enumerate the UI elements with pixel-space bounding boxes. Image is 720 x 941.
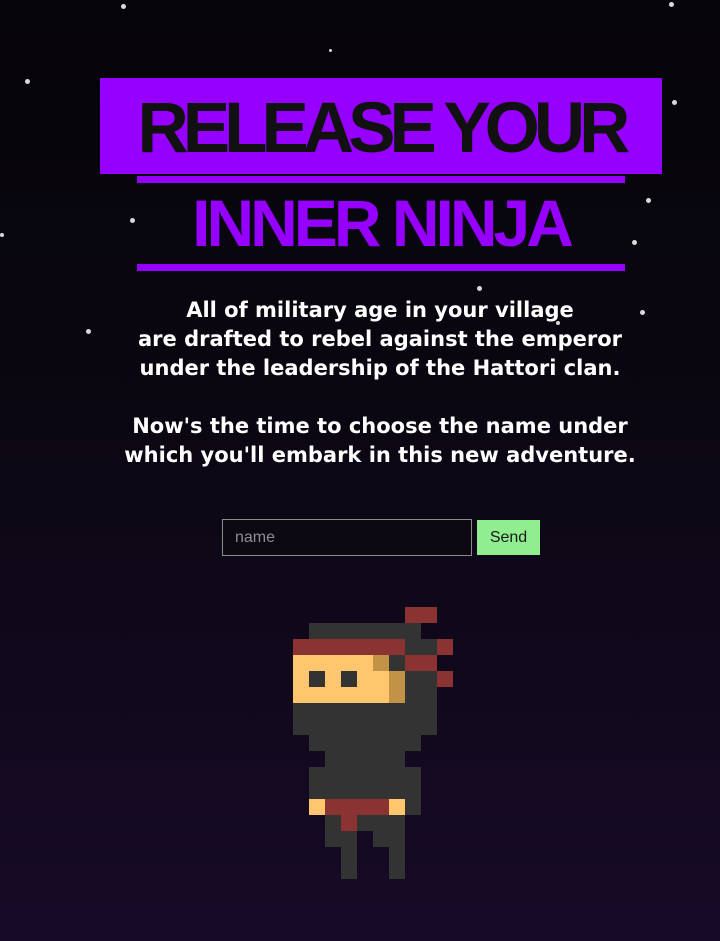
star xyxy=(646,198,651,203)
star xyxy=(329,49,332,52)
star xyxy=(672,100,677,105)
title-rule-bottom xyxy=(137,264,625,271)
star xyxy=(632,240,637,245)
choose-line-2: which you'll embark in this new adventur… xyxy=(124,443,636,467)
title-rule-top xyxy=(137,176,625,183)
title-line-2-block: INNER NINJA xyxy=(137,183,625,263)
intro-text: All of military age in your village are … xyxy=(90,296,670,470)
title-line-1: RELEASE YOUR xyxy=(137,88,631,168)
star xyxy=(130,218,135,223)
intro-line-3: under the leadership of the Hattori clan… xyxy=(139,356,621,380)
intro-line-2: are drafted to rebel against the emperor xyxy=(137,327,622,351)
ninja-belt xyxy=(309,799,405,831)
star xyxy=(477,286,482,291)
name-input[interactable] xyxy=(222,519,472,556)
title-line-2: INNER NINJA xyxy=(192,186,574,260)
ninja-suit xyxy=(293,623,437,879)
choose-paragraph: Now's the time to choose the name under … xyxy=(90,412,670,470)
choose-line-1: Now's the time to choose the name under xyxy=(132,414,628,438)
intro-paragraph: All of military age in your village are … xyxy=(90,296,670,383)
star xyxy=(0,233,4,237)
send-button[interactable]: Send xyxy=(477,520,540,555)
ninja-headband xyxy=(293,607,453,687)
star xyxy=(25,79,30,84)
star xyxy=(121,4,126,9)
star xyxy=(669,2,674,7)
ninja-face xyxy=(293,655,405,703)
intro-line-1: All of military age in your village xyxy=(186,298,574,322)
name-form: Send xyxy=(222,519,540,556)
title-line-1-banner: RELEASE YOUR xyxy=(100,78,662,174)
